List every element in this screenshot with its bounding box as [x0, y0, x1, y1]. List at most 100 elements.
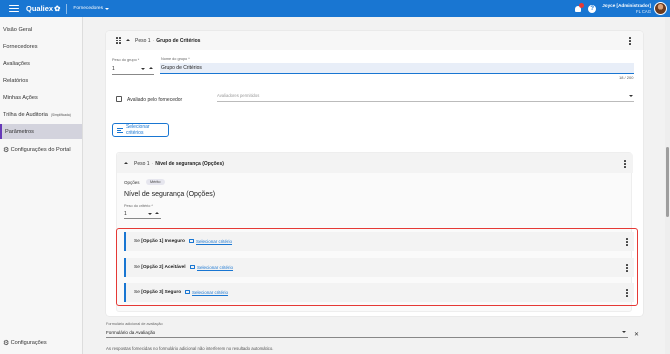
- chevron-down-icon[interactable]: [629, 95, 633, 97]
- additional-form-select[interactable]: [106, 337, 628, 338]
- field-underline: [124, 218, 161, 219]
- criterion-header: Peso 1 · Nível de segurança (Opções): [117, 153, 633, 173]
- divider: [66, 3, 68, 14]
- option-prefix: Se: [134, 290, 140, 295]
- sidebar-item-configuracoes[interactable]: ⚙ Configurações: [0, 335, 82, 350]
- drag-handle-icon[interactable]: [116, 37, 121, 44]
- bell-icon[interactable]: [574, 2, 585, 13]
- gear-icon: ⚙: [3, 339, 10, 347]
- sidebar-item-configuracoes-portal[interactable]: ⚙ Configurações do Portal: [0, 142, 82, 157]
- sidebar-item-label: Trilha de Auditoria: [3, 111, 48, 118]
- sidebar-item-label: Fornecedores: [3, 43, 38, 50]
- logo-text: Qualiex: [26, 4, 54, 13]
- sidebar-item-relatorios[interactable]: Relatórios: [0, 73, 82, 88]
- group-name-field[interactable]: [160, 63, 634, 73]
- open-in-new-icon: [190, 265, 195, 269]
- group-header: Peso 1 · Grupo de Critérios: [106, 31, 643, 50]
- sidebar-item-fornecedores[interactable]: Fornecedores: [0, 39, 82, 54]
- sidebar-item-label: Minhas Ações: [3, 94, 38, 101]
- evaluators-placeholder: Avaliadores permitidos: [217, 93, 260, 98]
- sidebar-item-avaliacoes[interactable]: Avaliações: [0, 56, 82, 71]
- app-logo[interactable]: Qualiex ✿: [26, 4, 60, 13]
- more-options-icon[interactable]: [628, 37, 632, 45]
- sidebar-item-trilha-auditoria[interactable]: Trilha de Auditoria (Simplificada): [0, 107, 82, 122]
- select-criterion-link[interactable]: Selecionar critério: [189, 239, 232, 244]
- chevron-down-icon[interactable]: [148, 213, 152, 215]
- criterion-weight-label: Peso do critério *: [124, 204, 153, 208]
- chevron-up-icon[interactable]: [155, 212, 159, 214]
- option-row: Se [Opção 1] Inseguro Selecionar critéri…: [124, 232, 634, 251]
- select-criteria-label: Selecionar critérios: [125, 124, 150, 136]
- chevron-down-icon: [105, 7, 110, 10]
- evaluators-select[interactable]: [217, 101, 634, 102]
- gear-icon: ⚙: [3, 146, 10, 154]
- more-options-icon[interactable]: [623, 160, 627, 168]
- more-options-icon[interactable]: [625, 264, 629, 272]
- criterion-type: Opções: [124, 180, 140, 185]
- option-name: [Opção 1] Inseguro: [141, 239, 185, 244]
- sidebar-item-label: Parâmetros: [5, 128, 34, 135]
- additional-form-value[interactable]: Formulário da Avaliação: [106, 330, 155, 335]
- sidebar-item-label: Relatórios: [3, 77, 29, 84]
- select-criterion-link[interactable]: Selecionar critério: [185, 290, 228, 295]
- chevron-up-icon[interactable]: [149, 67, 153, 69]
- sidebar-item-parametros[interactable]: Parâmetros: [0, 124, 82, 139]
- criterion-chip: Mérito: [146, 179, 165, 185]
- collapse-icon[interactable]: [124, 162, 128, 164]
- evaluated-by-supplier-label: Avaliado pelo fornecedor: [127, 97, 183, 103]
- group-weight-label: Peso do grupo *: [112, 58, 140, 62]
- sidebar: Visão Geral Fornecedores Avaliações Rela…: [0, 17, 83, 354]
- char-counter: 18 / 200: [619, 75, 634, 80]
- chevron-down-icon[interactable]: [622, 331, 626, 333]
- sidebar-item-label: Visão Geral: [3, 26, 33, 33]
- select-criteria-button[interactable]: Selecionar critérios: [112, 123, 169, 137]
- select-criterion-label: Selecionar critério: [192, 289, 229, 295]
- additional-form-label: Formulário adicional de avaliação: [106, 322, 163, 326]
- open-in-new-icon: [185, 290, 190, 294]
- select-criterion-label: Selecionar critério: [196, 238, 233, 244]
- option-row: Se [Opção 3] Seguro Selecionar critério: [124, 283, 634, 302]
- criterion-weight-prefix: Peso 1: [134, 160, 150, 167]
- list-icon: [117, 127, 123, 133]
- option-text: Se [Opção 1] Inseguro: [134, 239, 185, 244]
- collapse-icon[interactable]: [126, 39, 130, 41]
- group-weight-prefix: Peso 1: [135, 38, 151, 44]
- more-options-icon[interactable]: [625, 289, 629, 297]
- select-criterion-link[interactable]: Selecionar critério: [190, 265, 233, 270]
- more-options-icon[interactable]: [625, 238, 629, 246]
- field-underline: [112, 74, 154, 75]
- user-info[interactable]: Joyce [Administrador] FL CAG: [602, 3, 651, 14]
- chevron-down-icon[interactable]: [141, 68, 145, 70]
- scrollbar-thumb[interactable]: [666, 147, 669, 217]
- avatar[interactable]: [654, 2, 667, 15]
- clear-icon[interactable]: ✕: [634, 331, 639, 338]
- sidebar-item-tag: (Simplificada): [50, 112, 71, 117]
- notification-badge: [579, 2, 585, 8]
- group-header-title: Peso 1 · Grupo de Critérios: [135, 38, 201, 44]
- module-label: Fornecedores: [73, 6, 104, 11]
- group-name-label: Nome do grupo *: [161, 57, 190, 61]
- additional-form-hint: As respostas fornecidas no formulário ad…: [106, 346, 274, 351]
- group-title: Grupo de Critérios: [156, 38, 201, 44]
- user-company: FL CAG: [636, 8, 651, 14]
- option-prefix: Se: [134, 265, 140, 270]
- criterion-header-title: Peso 1 · Nível de segurança (Opções): [134, 160, 224, 167]
- scrollbar[interactable]: [665, 17, 670, 354]
- evaluated-by-supplier-checkbox[interactable]: [116, 96, 122, 102]
- criterion-heading: Nível de segurança (Opções): [124, 191, 216, 198]
- criterion-weight-value[interactable]: 1: [124, 211, 127, 217]
- sidebar-item-label: Avaliações: [3, 60, 30, 67]
- sidebar-item-label: Configurações: [10, 339, 47, 346]
- group-weight-value[interactable]: 1: [112, 66, 115, 72]
- module-selector[interactable]: Fornecedores: [73, 6, 110, 11]
- option-text: Se [Opção 3] Seguro: [134, 290, 181, 295]
- option-prefix: Se: [134, 239, 140, 244]
- help-icon[interactable]: ?: [588, 4, 597, 13]
- option-name: [Opção 3] Seguro: [141, 290, 182, 295]
- sidebar-item-minhas-acoes[interactable]: Minhas Ações: [0, 90, 82, 105]
- option-name: [Opção 2] Aceitável: [141, 265, 186, 270]
- select-criterion-label: Selecionar critério: [197, 264, 234, 270]
- group-name-value: Grupo de Critérios: [161, 65, 202, 71]
- menu-icon[interactable]: [9, 4, 19, 13]
- sidebar-item-visao-geral[interactable]: Visão Geral: [0, 22, 82, 37]
